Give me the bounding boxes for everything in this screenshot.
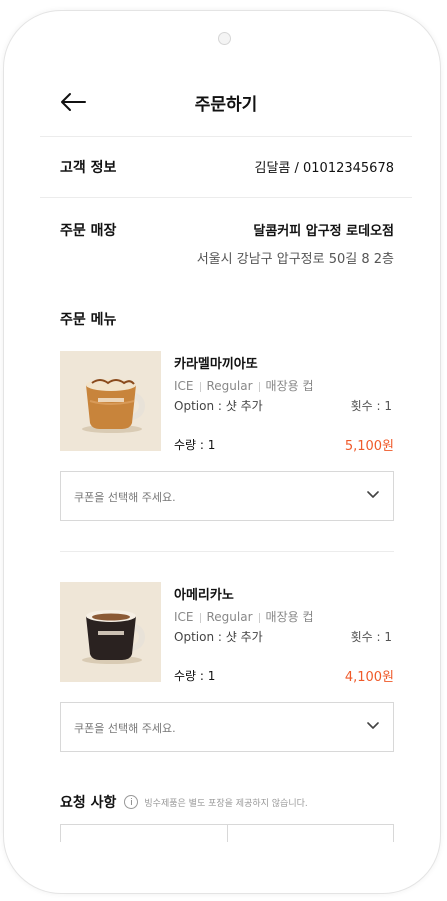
item-price: 4,100원 xyxy=(344,670,394,685)
item-size: Regular xyxy=(206,379,253,393)
store-name: 달콤커피 압구정 로데오점 xyxy=(253,224,394,239)
coupon-placeholder: 쿠폰을 선택해 주세요. xyxy=(74,491,176,504)
order-screen: 주문하기 고객 정보 김달콤 / 01012345678 주문 매장 달콤커피 … xyxy=(38,66,414,842)
item-options: ICE Regular 매장용 컵 xyxy=(174,608,314,625)
header: 주문하기 xyxy=(38,66,414,136)
separator xyxy=(199,381,201,392)
separator xyxy=(258,612,260,623)
menu-section-title: 주문 메뉴 xyxy=(60,312,117,328)
item-name: 카라멜마끼아또 xyxy=(174,357,258,372)
camera-dot xyxy=(218,32,231,45)
menu-item: 아메리카노 ICE Regular 매장용 컵 Option : 샷 추가 횟수 :… xyxy=(38,582,414,702)
customer-section: 고객 정보 김달콤 / 01012345678 xyxy=(38,137,414,197)
store-label: 주문 매장 xyxy=(60,223,117,239)
item-quantity: 수량 : 1 xyxy=(174,669,216,683)
info-icon[interactable]: i xyxy=(124,795,139,809)
item-options: ICE Regular 매장용 컵 xyxy=(174,377,314,394)
request-option-right[interactable] xyxy=(226,825,394,842)
page-title: 주문하기 xyxy=(194,95,258,115)
divider xyxy=(60,551,394,552)
request-section: 요청 사항 i 빙수제품은 별도 포장을 제공하지 않습니다. xyxy=(38,792,414,812)
coupon-select[interactable]: 쿠폰을 선택해 주세요. xyxy=(60,702,394,752)
coupon-placeholder: 쿠폰을 선택해 주세요. xyxy=(74,722,176,735)
request-options xyxy=(60,824,394,842)
product-image xyxy=(60,351,161,451)
customer-value: 김달콤 / 01012345678 xyxy=(254,161,394,176)
item-cup: 매장용 컵 xyxy=(265,379,314,393)
menu-item: 카라멜마끼아또 ICE Regular 매장용 컵 Option : 샷 추가 횟수… xyxy=(38,351,414,471)
item-size: Regular xyxy=(206,610,253,624)
request-note: 빙수제품은 별도 포장을 제공하지 않습니다. xyxy=(144,798,308,809)
phone-frame: 주문하기 고객 정보 김달콤 / 01012345678 주문 매장 달콤커피 … xyxy=(3,10,441,894)
separator xyxy=(199,612,201,623)
coupon-select[interactable]: 쿠폰을 선택해 주세요. xyxy=(60,471,394,521)
item-cup: 매장용 컵 xyxy=(265,610,314,624)
store-section: 주문 매장 달콤커피 압구정 로데오점 서울시 강남구 압구정로 50길 8 2… xyxy=(38,198,414,267)
chevron-down-icon xyxy=(367,491,379,498)
request-label: 요청 사항 xyxy=(60,795,117,811)
item-count: 횟수 : 1 xyxy=(350,630,392,644)
item-option: Option : 샷 추가 xyxy=(174,630,263,644)
item-count: 횟수 : 1 xyxy=(350,399,392,413)
separator xyxy=(258,381,260,392)
item-name: 아메리카노 xyxy=(174,588,234,603)
item-price: 5,100원 xyxy=(344,439,394,454)
item-temp: ICE xyxy=(174,610,194,624)
chevron-down-icon xyxy=(367,722,379,729)
store-address: 서울시 강남구 압구정로 50길 8 2층 xyxy=(196,252,394,267)
item-quantity: 수량 : 1 xyxy=(174,438,216,452)
product-image xyxy=(60,582,161,682)
item-temp: ICE xyxy=(174,379,194,393)
customer-label: 고객 정보 xyxy=(60,160,117,176)
request-option-left[interactable] xyxy=(61,825,227,842)
item-option: Option : 샷 추가 xyxy=(174,399,263,413)
